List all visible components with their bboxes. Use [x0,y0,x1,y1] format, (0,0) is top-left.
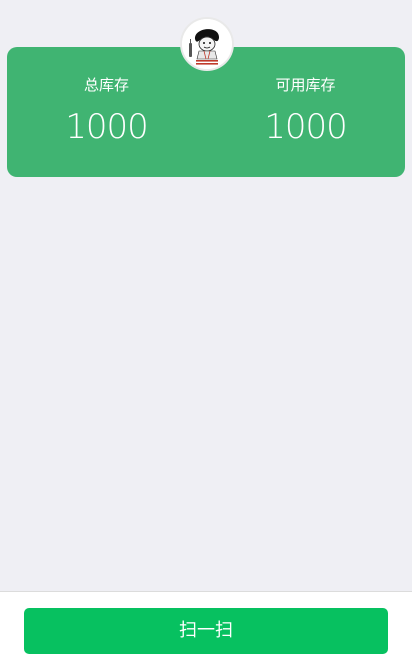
meme-cartoon-avatar-icon [182,19,232,69]
total-stock-stat: 总库存 1000 [7,47,206,177]
total-stock-value: 1000 [65,107,149,147]
user-avatar[interactable] [182,19,232,69]
bottom-action-bar: 扫一扫 [0,591,412,665]
available-stock-label: 可用库存 [275,76,336,94]
available-stock-value: 1000 [264,107,348,147]
available-stock-stat: 可用库存 1000 [206,47,405,177]
total-stock-label: 总库存 [83,76,129,94]
inventory-page: 总库存 1000 可用库存 1000 扫一扫 [0,0,412,665]
scan-button[interactable]: 扫一扫 [24,608,388,654]
